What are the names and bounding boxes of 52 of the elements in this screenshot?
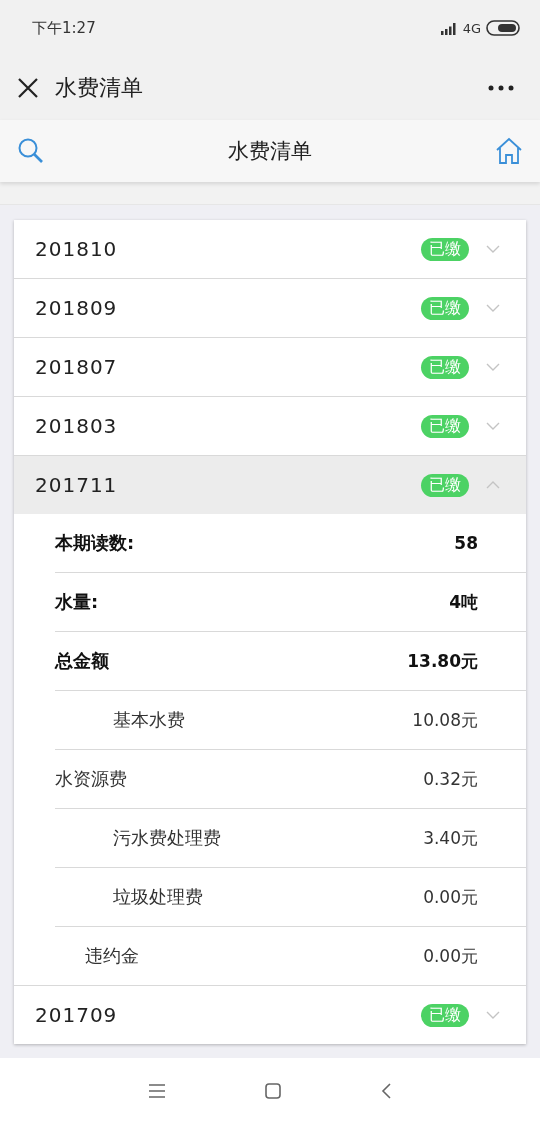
detail-value: 4吨: [449, 590, 478, 614]
status-tag: 已缴: [421, 473, 469, 497]
nav-title: 水费清单: [55, 74, 144, 102]
detail-label: 污水费处理费: [113, 826, 221, 850]
detail-label: 总金额: [55, 649, 109, 673]
battery-icon: [486, 20, 520, 36]
home-button-icon[interactable]: [265, 1083, 281, 1099]
detail-label: 本期读数:: [55, 531, 135, 555]
bill-row[interactable]: 201809 已缴: [14, 279, 526, 338]
detail-label: 水资源费: [55, 767, 127, 791]
status-tag: 已缴: [421, 414, 469, 438]
detail-value: 0.00元: [423, 944, 478, 968]
chevron-icon: [486, 245, 500, 253]
search-icon[interactable]: [17, 137, 45, 165]
detail-value: 58: [454, 533, 478, 553]
close-icon[interactable]: [17, 77, 39, 99]
status-tag: 已缴: [421, 1003, 469, 1027]
back-icon[interactable]: [381, 1083, 391, 1099]
detail-label: 基本水费: [113, 708, 185, 732]
menu-icon[interactable]: [149, 1084, 165, 1098]
home-icon[interactable]: [495, 137, 523, 165]
chevron-icon: [486, 363, 500, 371]
detail-label: 垃圾处理费: [113, 885, 203, 909]
status-tag: 已缴: [421, 237, 469, 261]
bill-period: 201709: [35, 1003, 119, 1027]
status-tag: 已缴: [421, 296, 469, 320]
chevron-icon: [486, 1011, 500, 1019]
signal-icon: [439, 21, 458, 35]
status-time: 下午1:27: [32, 18, 96, 38]
bill-row[interactable]: 201711 已缴: [14, 456, 526, 514]
bill-row[interactable]: 201807 已缴: [14, 338, 526, 397]
bill-period: 201809: [35, 296, 119, 320]
detail-value: 0.00元: [423, 885, 478, 909]
bill-period: 201810: [35, 237, 119, 261]
chevron-icon: [486, 422, 500, 430]
bill-row[interactable]: 201709 已缴: [14, 986, 526, 1044]
bill-period: 201803: [35, 414, 119, 438]
header-title: 水费清单: [228, 138, 312, 165]
detail-value: 10.08元: [412, 708, 478, 732]
status-tag: 已缴: [421, 355, 469, 379]
detail-label: 水量:: [55, 590, 99, 614]
network-label: 4G: [462, 20, 481, 36]
detail-value: 0.32元: [423, 767, 478, 791]
more-icon[interactable]: [488, 85, 514, 91]
detail-label: 违约金: [85, 944, 139, 968]
chevron-icon: [486, 304, 500, 312]
chevron-icon: [486, 481, 500, 489]
detail-value: 3.40元: [423, 826, 478, 850]
bill-period: 201807: [35, 355, 119, 379]
detail-value: 13.80元: [407, 649, 478, 673]
bill-row[interactable]: 201810 已缴: [14, 220, 526, 279]
bill-period: 201711: [35, 473, 119, 497]
